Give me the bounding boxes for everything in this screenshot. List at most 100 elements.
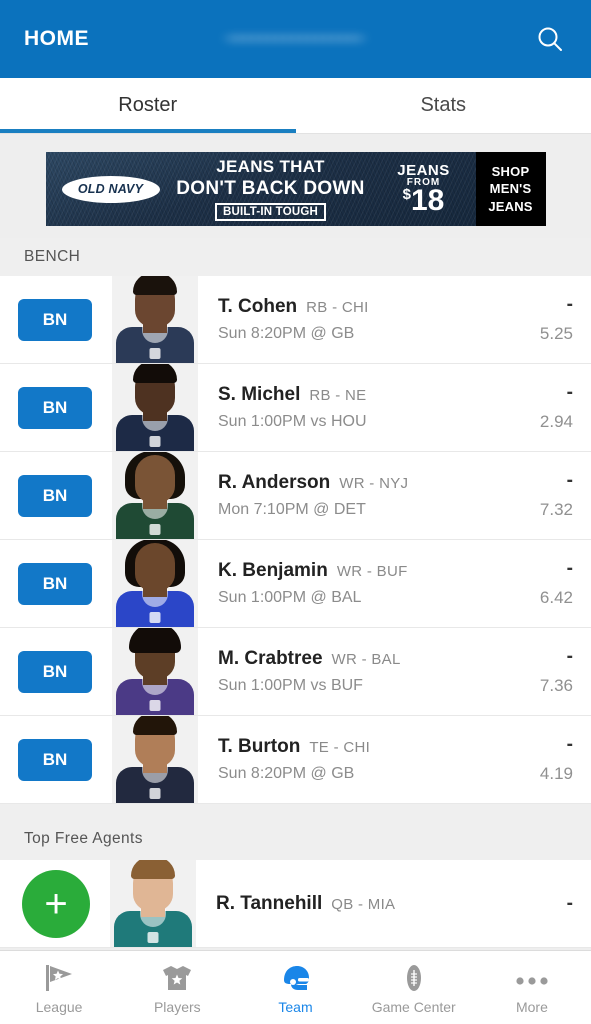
ad-copy: JEANS THAT DON'T BACK DOWN BUILT-IN TOUG… (164, 157, 378, 221)
bench-player-list: BN T. Cohen RB - CHI Sun 8:20PM @ GB - 5 (0, 276, 591, 804)
player-game-info: Mon 7:10PM @ DET (218, 501, 366, 518)
plus-icon: + (44, 881, 68, 926)
player-position-team: WR - BUF (336, 563, 408, 580)
ad-price-amount: $18 (403, 186, 445, 216)
table-row[interactable]: BN S. Michel RB - NE Sun 1:00PM vs HOU - (0, 364, 591, 452)
nav-label-more: More (515, 998, 548, 1015)
table-row[interactable]: BN K. Benjamin WR - BUF Sun 1:00PM @ BAL… (0, 540, 591, 628)
player-game-info: Sun 1:00PM vs HOU (218, 413, 367, 430)
player-stats: - 6.42 (477, 559, 573, 608)
player-projection: 7.32 (539, 500, 573, 519)
table-row[interactable]: BN T. Cohen RB - CHI Sun 8:20PM @ GB - 5 (0, 276, 591, 364)
player-projection: 5.25 (539, 324, 573, 343)
nav-item-game-center[interactable]: Game Center (355, 951, 473, 1024)
tab-stats[interactable]: Stats (296, 78, 591, 133)
jersey-icon (160, 961, 194, 993)
ad-price-currency: $ (402, 186, 411, 203)
slot-badge[interactable]: BN (18, 298, 92, 341)
player-projection: 7.36 (539, 676, 573, 695)
player-game-info: Sun 1:00PM @ BAL (218, 589, 362, 606)
player-name: S. Michel (218, 384, 301, 405)
player-projection: 4.19 (539, 764, 573, 783)
player-name: M. Crabtree (218, 648, 323, 669)
flag-icon (42, 961, 76, 993)
nav-label-team: Team (278, 998, 313, 1015)
player-info: T. Burton TE - CHI Sun 8:20PM @ GB (218, 736, 477, 783)
ad-price-value: 18 (410, 184, 445, 217)
player-position-team: QB - MIA (331, 895, 396, 913)
player-stats: - 4.19 (477, 735, 573, 784)
player-score: - (566, 734, 573, 755)
table-row[interactable]: BN M. Crabtree WR - BAL Sun 1:00PM vs BU… (0, 628, 591, 716)
player-stats: - 7.36 (477, 647, 573, 696)
player-position-team: RB - NE (309, 387, 367, 404)
slot-badge[interactable]: BN (18, 386, 92, 429)
add-player-button[interactable]: + (22, 869, 90, 938)
player-position-team: RB - CHI (306, 299, 369, 316)
ad-headline-line2: DON'T BACK DOWN (176, 178, 365, 199)
player-score: - (566, 382, 573, 403)
bench-section-header: BENCH (0, 238, 591, 276)
player-stats: - 5.25 (477, 295, 573, 344)
player-score: - (566, 646, 573, 667)
ad-cta-button[interactable]: SHOP MEN'S JEANS (475, 152, 546, 226)
slot-badge[interactable]: BN (18, 562, 92, 605)
slot-badge[interactable]: BN (18, 738, 92, 781)
player-score: - (566, 893, 573, 914)
player-game-info: Sun 8:20PM @ GB (218, 765, 355, 782)
ad-cta-line1: SHOP (491, 163, 530, 179)
player-info: M. Crabtree WR - BAL Sun 1:00PM vs BUF (218, 648, 477, 695)
player-stats: - (477, 894, 573, 913)
ad-cta-line2: MEN'S (489, 181, 532, 197)
table-row[interactable]: BN R. Anderson WR - NYJ Mon 7:10PM @ DET… (0, 452, 591, 540)
nav-item-more[interactable]: More (473, 951, 591, 1024)
old-navy-ad[interactable]: OLD NAVY JEANS THAT DON'T BACK DOWN BUIL… (45, 152, 546, 226)
home-button[interactable]: HOME (24, 27, 89, 51)
nav-item-league[interactable]: League (0, 951, 118, 1024)
player-info: K. Benjamin WR - BUF Sun 1:00PM @ BAL (218, 560, 477, 607)
player-name: R. Anderson (218, 472, 331, 493)
player-position-team: WR - BAL (331, 651, 401, 668)
football-icon (401, 961, 427, 993)
player-info: R. Tannehill QB - MIA (216, 893, 477, 915)
table-row[interactable]: + R. Tannehill QB - MIA - (0, 860, 591, 948)
search-icon (538, 27, 562, 51)
slot-badge[interactable]: BN (18, 474, 92, 517)
fantasy-football-app: HOME ••••••••••••••••• Roster Stats OLD … (0, 0, 591, 1024)
tab-roster[interactable]: Roster (0, 78, 296, 133)
player-game-info: Sun 8:20PM @ GB (218, 325, 355, 342)
search-button[interactable] (527, 16, 573, 62)
player-game-info: Sun 1:00PM vs BUF (218, 677, 363, 694)
player-projection: 2.94 (539, 412, 573, 431)
tab-bar: Roster Stats (0, 78, 591, 134)
free-agents-list: + R. Tannehill QB - MIA - (0, 860, 591, 948)
ad-banner-body[interactable]: OLD NAVY JEANS THAT DON'T BACK DOWN BUIL… (45, 152, 476, 226)
player-position-team: WR - NYJ (339, 475, 409, 492)
player-stats: - 7.32 (477, 471, 573, 520)
player-headshot (112, 276, 198, 363)
helmet-icon (278, 961, 314, 993)
player-headshot (112, 716, 198, 803)
player-name: T. Burton (218, 736, 301, 757)
nav-item-players[interactable]: Players (118, 951, 236, 1024)
old-navy-logo-text: OLD NAVY (77, 182, 144, 196)
old-navy-logo: OLD NAVY (61, 175, 160, 203)
nav-label-players: Players (153, 998, 201, 1015)
player-score: - (566, 558, 573, 579)
player-headshot (112, 364, 198, 451)
player-stats: - 2.94 (477, 383, 573, 432)
ad-tagline: BUILT-IN TOUGH (214, 203, 326, 221)
player-headshot (112, 452, 198, 539)
player-projection: 6.42 (539, 588, 573, 607)
player-position-team: TE - CHI (309, 739, 371, 756)
slot-badge[interactable]: BN (18, 650, 92, 693)
player-info: T. Cohen RB - CHI Sun 8:20PM @ GB (218, 296, 477, 343)
nav-item-team[interactable]: Team (236, 951, 354, 1024)
nav-label-game-center: Game Center (371, 998, 456, 1015)
player-name: R. Tannehill (216, 892, 323, 914)
tab-roster-label: Roster (118, 94, 178, 116)
player-name: K. Benjamin (218, 560, 328, 581)
ad-price-block: JEANS FROM $18 (378, 162, 470, 216)
ellipsis-icon (512, 961, 552, 993)
table-row[interactable]: BN T. Burton TE - CHI Sun 8:20PM @ GB - (0, 716, 591, 804)
